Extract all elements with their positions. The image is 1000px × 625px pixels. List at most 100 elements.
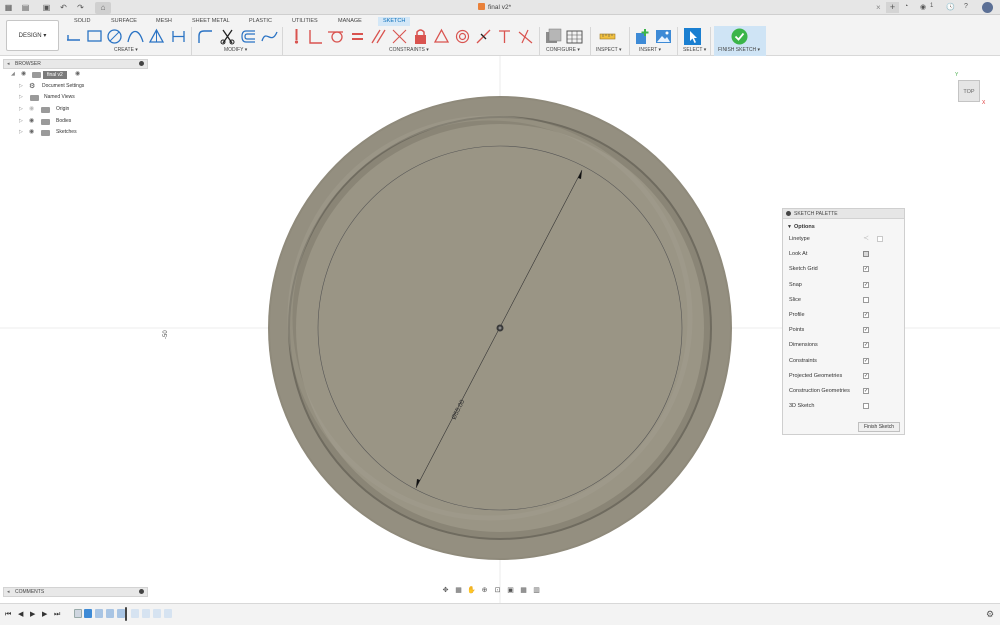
insert-image-icon[interactable] bbox=[655, 28, 672, 45]
timeline-extrude-icon[interactable] bbox=[84, 609, 92, 618]
sketch-grid-checkbox[interactable]: ✓ bbox=[863, 266, 869, 273]
comments-panel[interactable]: ◂ COMMENTS bbox=[3, 587, 148, 597]
projected-geometries-checkbox[interactable]: ✓ bbox=[863, 372, 869, 379]
configure-icon[interactable] bbox=[545, 28, 562, 45]
horizontal-vertical-icon[interactable] bbox=[496, 28, 513, 45]
tab-plastic[interactable]: PLASTIC bbox=[244, 17, 277, 26]
browser-header[interactable]: ◂ BROWSER bbox=[3, 59, 148, 69]
select-menu[interactable]: SELECT ▾ bbox=[683, 47, 706, 53]
insert-derive-icon[interactable] bbox=[634, 28, 651, 45]
symmetry-icon[interactable] bbox=[433, 28, 450, 45]
expand-arrow-icon[interactable]: ▷ bbox=[19, 104, 23, 116]
lock-icon[interactable] bbox=[412, 28, 429, 45]
collapse-arrow-icon[interactable]: ◂ bbox=[7, 60, 10, 68]
save-icon[interactable]: ▣ bbox=[42, 3, 51, 12]
redo-icon[interactable]: ↷ bbox=[76, 3, 85, 12]
collinear-icon[interactable] bbox=[391, 28, 408, 45]
tree-item-sketches[interactable]: ▷ ◉ Sketches bbox=[3, 127, 148, 139]
tree-item-bodies[interactable]: ▷ ◉ Bodies bbox=[3, 116, 148, 128]
play-icon[interactable]: ▶ bbox=[30, 610, 35, 619]
expand-arrow-icon[interactable]: ▷ bbox=[19, 92, 23, 104]
orbit-icon[interactable]: ✥ bbox=[441, 586, 450, 595]
measure-icon[interactable] bbox=[599, 28, 616, 45]
eye-icon[interactable]: ◉ bbox=[29, 127, 34, 139]
grid-settings-icon[interactable]: ▦ bbox=[519, 586, 528, 595]
tree-item-origin[interactable]: ▷ ◉ Origin bbox=[3, 104, 148, 116]
pin-icon[interactable] bbox=[139, 589, 144, 594]
centerline-linetype-icon[interactable] bbox=[877, 236, 883, 242]
coincident-icon[interactable] bbox=[288, 28, 305, 45]
mirror-icon[interactable] bbox=[170, 28, 187, 45]
parallel-icon[interactable] bbox=[370, 28, 387, 45]
line-icon[interactable] bbox=[66, 28, 83, 45]
look-at-icon[interactable]: ▦ bbox=[454, 586, 463, 595]
checkmark-icon[interactable] bbox=[731, 28, 748, 45]
tab-sheet-metal[interactable]: SHEET METAL bbox=[187, 17, 235, 26]
gear-icon[interactable]: ⚙ bbox=[986, 609, 994, 620]
timeline-feature-icon[interactable] bbox=[106, 609, 114, 618]
expand-arrow-icon[interactable]: ▷ bbox=[19, 81, 23, 93]
timeline-marker[interactable] bbox=[125, 607, 127, 621]
timeline-feature-icon[interactable] bbox=[131, 609, 139, 618]
display-settings-icon[interactable]: ▣ bbox=[506, 586, 515, 595]
timeline-feature-icon[interactable] bbox=[95, 609, 103, 618]
trim-icon[interactable] bbox=[219, 28, 236, 45]
expand-arrow-icon[interactable]: ◢ bbox=[11, 69, 15, 81]
slice-checkbox[interactable] bbox=[863, 296, 869, 303]
create-menu[interactable]: CREATE ▾ bbox=[114, 47, 138, 53]
notifications-icon[interactable]: 🕓 bbox=[946, 3, 955, 11]
tab-mesh[interactable]: MESH bbox=[151, 17, 177, 26]
eye-off-icon[interactable]: ◉ bbox=[29, 104, 34, 116]
new-tab-button[interactable]: + bbox=[886, 2, 899, 13]
undo-icon[interactable]: ↶ bbox=[59, 3, 68, 12]
tangent-icon[interactable] bbox=[327, 28, 344, 45]
tree-item-named-views[interactable]: ▷ Named Views bbox=[3, 92, 148, 104]
timeline-feature-icon[interactable] bbox=[153, 609, 161, 618]
tab-utilities[interactable]: UTILITIES bbox=[287, 17, 323, 26]
tab-surface[interactable]: SURFACE bbox=[106, 17, 142, 26]
perpendicular-icon[interactable] bbox=[307, 28, 324, 45]
timeline-feature-icon[interactable] bbox=[142, 609, 150, 618]
viewcube-top-face[interactable]: TOP bbox=[958, 80, 980, 102]
file-menu-icon[interactable]: ▤ bbox=[21, 3, 30, 12]
step-back-icon[interactable]: ◀ bbox=[18, 610, 23, 619]
pan-icon[interactable]: ✋ bbox=[467, 586, 476, 595]
3d-sketch-checkbox[interactable] bbox=[863, 403, 869, 410]
avatar[interactable] bbox=[982, 2, 993, 13]
app-grid-icon[interactable]: ▦ bbox=[4, 3, 13, 12]
tree-item-document-settings[interactable]: ▷ ⚙ Document Settings bbox=[3, 81, 148, 93]
go-to-end-icon[interactable]: ⏭ bbox=[54, 610, 60, 619]
viewcube[interactable]: Y TOP X bbox=[950, 72, 988, 110]
help-icon[interactable]: ? bbox=[964, 3, 968, 10]
constraints-menu[interactable]: CONSTRAINTS ▾ bbox=[389, 47, 429, 53]
pin-icon[interactable] bbox=[139, 61, 144, 66]
go-to-start-icon[interactable]: ⏮ bbox=[5, 610, 11, 619]
profile-checkbox[interactable]: ✓ bbox=[863, 311, 869, 318]
tab-sketch[interactable]: SKETCH bbox=[378, 17, 411, 26]
timeline-sketch-icon[interactable] bbox=[74, 609, 82, 618]
document-tab[interactable]: final v2* bbox=[478, 3, 511, 11]
record-icon[interactable]: ◉ bbox=[75, 69, 80, 81]
data-panel-icon[interactable]: ◔ bbox=[904, 3, 908, 10]
options-section-header[interactable]: ▼ Options bbox=[783, 222, 904, 232]
concentric-icon[interactable] bbox=[454, 28, 471, 45]
insert-menu[interactable]: INSERT ▾ bbox=[639, 47, 661, 53]
expand-arrow-icon[interactable]: ◂ bbox=[7, 588, 10, 596]
sketch-palette-header[interactable]: SKETCH PALETTE bbox=[783, 209, 904, 219]
close-icon[interactable] bbox=[786, 211, 791, 216]
notification-count[interactable]: 1 bbox=[930, 3, 933, 9]
inspect-menu[interactable]: INSPECT ▾ bbox=[596, 47, 621, 53]
expand-arrow-icon[interactable]: ▷ bbox=[19, 127, 23, 139]
polygon-icon[interactable] bbox=[148, 28, 165, 45]
fit-icon[interactable]: ⊡ bbox=[493, 586, 502, 595]
arc-icon[interactable] bbox=[127, 28, 144, 45]
tab-solid[interactable]: SOLID bbox=[69, 17, 96, 26]
tab-manage[interactable]: MANAGE bbox=[333, 17, 367, 26]
finish-sketch-menu[interactable]: FINISH SKETCH ▾ bbox=[718, 47, 760, 53]
select-icon[interactable] bbox=[684, 28, 701, 45]
timeline-feature-icon[interactable] bbox=[117, 609, 125, 618]
construction-linetype-icon[interactable]: ≺ bbox=[863, 235, 869, 242]
midpoint-icon[interactable] bbox=[475, 28, 492, 45]
dimensions-checkbox[interactable]: ✓ bbox=[863, 342, 869, 349]
tree-root[interactable]: ◢ ◉ final v2 ◉ bbox=[3, 69, 148, 81]
